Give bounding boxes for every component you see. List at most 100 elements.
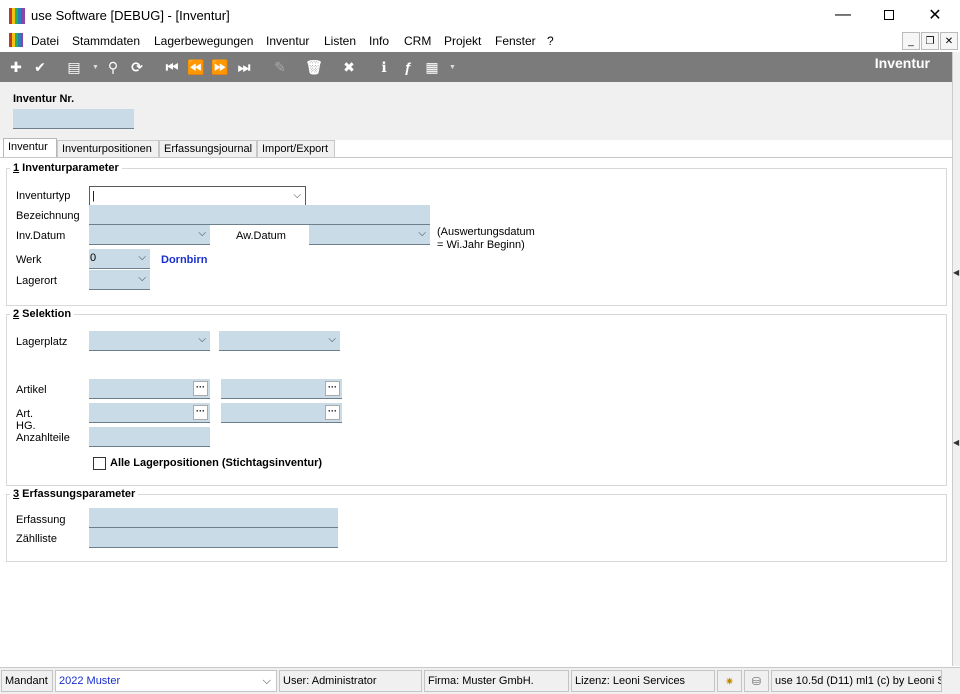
- erfassung-field[interactable]: [89, 508, 338, 528]
- art-hg-from-field[interactable]: ···: [89, 403, 210, 423]
- mdi-restore-button[interactable]: ❐: [921, 32, 939, 50]
- inventur-nr-label: Inventur Nr.: [13, 93, 75, 105]
- zaehlliste-field[interactable]: [89, 528, 338, 548]
- aw-note-line2: = Wi.Jahr Beginn): [437, 239, 525, 251]
- chevron-down-icon: ⌵: [418, 228, 426, 239]
- group-inventurparameter-title: 1 Inventurparameter: [10, 162, 122, 174]
- window-title: use Software [DEBUG] - [Inventur]: [31, 8, 230, 23]
- alle-lagerpositionen-label[interactable]: Alle Lagerpositionen (Stichtagsinventur): [110, 457, 322, 469]
- art-hg-to-field[interactable]: ···: [221, 403, 342, 423]
- add-icon[interactable]: ✚: [7, 58, 25, 76]
- inventur-nr-field[interactable]: [13, 109, 134, 129]
- menu-fenster[interactable]: Fenster: [495, 34, 536, 48]
- awdatum-label: Aw.Datum: [236, 230, 286, 242]
- status-bar: Mandant 2022 Muster ⌵ User: Administrato…: [0, 667, 960, 694]
- chevron-down-icon: ⌵: [262, 675, 271, 687]
- grid-dropdown-icon[interactable]: ▼: [449, 64, 456, 71]
- group-inventurparameter-text: Inventurparameter: [19, 162, 119, 174]
- check-icon[interactable]: ✔: [31, 58, 49, 76]
- awdatum-select[interactable]: ⌵: [309, 225, 430, 245]
- lagerplatz-label: Lagerplatz: [16, 336, 68, 348]
- invdatum-label: Inv.Datum: [16, 230, 66, 242]
- menu-projekt[interactable]: Projekt: [444, 34, 481, 48]
- print-icon[interactable]: ▤: [65, 58, 83, 76]
- menu-inventur[interactable]: Inventur: [266, 34, 309, 48]
- chevron-down-icon: ⌵: [328, 334, 336, 345]
- edit-icon[interactable]: ✎: [271, 58, 289, 76]
- grid-icon[interactable]: ▦: [423, 58, 441, 76]
- tab-strip: Inventur Inventurpositionen Erfassungsjo…: [0, 138, 952, 159]
- previous-record-icon[interactable]: ⏪: [187, 58, 205, 76]
- lagerort-select[interactable]: ⌵: [89, 270, 150, 290]
- splitter-arrow-icon[interactable]: ◀: [953, 438, 959, 447]
- invdatum-select[interactable]: ⌵: [89, 225, 210, 245]
- lagerplatz-from-select[interactable]: ⌵: [89, 331, 210, 351]
- menu-stammdaten[interactable]: Stammdaten: [72, 34, 140, 48]
- artikel-label: Artikel: [16, 384, 47, 396]
- art-hg-to-lookup-button[interactable]: ···: [325, 405, 340, 420]
- artikel-from-lookup-button[interactable]: ···: [193, 381, 208, 396]
- mdi-minimize-button[interactable]: _: [902, 32, 920, 50]
- menu-info[interactable]: Info: [369, 34, 389, 48]
- status-user: User: Administrator: [279, 670, 422, 692]
- main-content: 1 Inventurparameter Inventurtyp | ⌵ Beze…: [0, 157, 952, 666]
- artikel-to-lookup-button[interactable]: ···: [325, 381, 340, 396]
- mdi-close-button[interactable]: ✕: [940, 32, 958, 50]
- group-erfassungsparameter-title: 3 Erfassungsparameter: [10, 488, 139, 500]
- right-splitter[interactable]: [952, 52, 960, 666]
- menu-help[interactable]: ?: [547, 34, 554, 48]
- delete-icon[interactable]: 🗑: [305, 58, 323, 76]
- first-record-icon[interactable]: ⏮: [163, 58, 181, 76]
- tab-inventurpositionen[interactable]: Inventurpositionen: [57, 140, 159, 158]
- tab-erfassungsjournal[interactable]: Erfassungsjournal: [159, 140, 257, 158]
- sun-icon[interactable]: ✷: [717, 670, 742, 692]
- info-icon[interactable]: ℹ: [375, 58, 393, 76]
- menu-listen[interactable]: Listen: [324, 34, 356, 48]
- title-bar: use Software [DEBUG] - [Inventur] — ✕: [0, 0, 960, 30]
- art-hg-from-lookup-button[interactable]: ···: [193, 405, 208, 420]
- maximize-button[interactable]: [866, 0, 912, 30]
- mandant-select[interactable]: 2022 Muster ⌵: [55, 670, 277, 692]
- chevron-down-icon: ⌵: [198, 228, 206, 239]
- cancel-icon[interactable]: ✖: [340, 58, 358, 76]
- werk-select[interactable]: 0 ⌵: [89, 249, 150, 269]
- close-button[interactable]: ✕: [912, 0, 958, 30]
- last-record-icon[interactable]: ⏭: [235, 58, 253, 76]
- anzahlteile-label: Anzahlteile: [16, 432, 70, 444]
- function-icon[interactable]: ƒ: [399, 58, 417, 76]
- splitter-arrow-icon[interactable]: ◀: [953, 268, 959, 277]
- zaehlliste-label: Zählliste: [16, 533, 57, 545]
- alle-lagerpositionen-checkbox[interactable]: [93, 457, 106, 470]
- tab-import-export[interactable]: Import/Export: [257, 140, 335, 158]
- chevron-down-icon: ⌵: [138, 252, 146, 263]
- werk-label: Werk: [16, 254, 42, 266]
- artikel-to-field[interactable]: ···: [221, 379, 342, 399]
- artikel-from-field[interactable]: ···: [89, 379, 210, 399]
- menu-lagerbewegungen[interactable]: Lagerbewegungen: [154, 34, 253, 48]
- chevron-down-icon: ⌵: [138, 273, 146, 284]
- next-record-icon[interactable]: ⏩: [211, 58, 229, 76]
- group-selektion-text: Selektion: [19, 308, 72, 320]
- werk-name[interactable]: Dornbirn: [161, 254, 207, 266]
- database-icon[interactable]: ⛁: [744, 670, 769, 692]
- inventurtyp-label: Inventurtyp: [16, 190, 71, 202]
- mandant-value: 2022 Muster: [59, 675, 121, 687]
- maximize-icon: [884, 10, 894, 20]
- menu-datei[interactable]: Datei: [31, 34, 59, 48]
- toolbar: ✚ ✔ ▤ ▼ ⚲ ⟳ ⏮ ⏪ ⏩ ⏭ ✎ 🗑 ✖ ℹ ƒ ▦ ▼ Invent…: [0, 52, 960, 82]
- text-cursor-icon: |: [92, 190, 95, 202]
- search-icon[interactable]: ⚲: [104, 58, 122, 76]
- tab-inventur[interactable]: Inventur: [3, 138, 57, 159]
- print-dropdown-icon[interactable]: ▼: [92, 64, 99, 71]
- chevron-down-icon: ⌵: [293, 190, 301, 201]
- minimize-button[interactable]: —: [820, 0, 866, 30]
- mandant-label: Mandant: [1, 670, 53, 692]
- bezeichnung-field[interactable]: [89, 205, 430, 225]
- inventurtyp-select[interactable]: | ⌵: [89, 186, 306, 206]
- mdi-app-icon[interactable]: [9, 33, 23, 47]
- menu-bar: Datei Stammdaten Lagerbewegungen Inventu…: [0, 30, 960, 52]
- lagerplatz-to-select[interactable]: ⌵: [219, 331, 340, 351]
- anzahlteile-field[interactable]: [89, 427, 210, 447]
- menu-crm[interactable]: CRM: [404, 34, 431, 48]
- refresh-icon[interactable]: ⟳: [128, 58, 146, 76]
